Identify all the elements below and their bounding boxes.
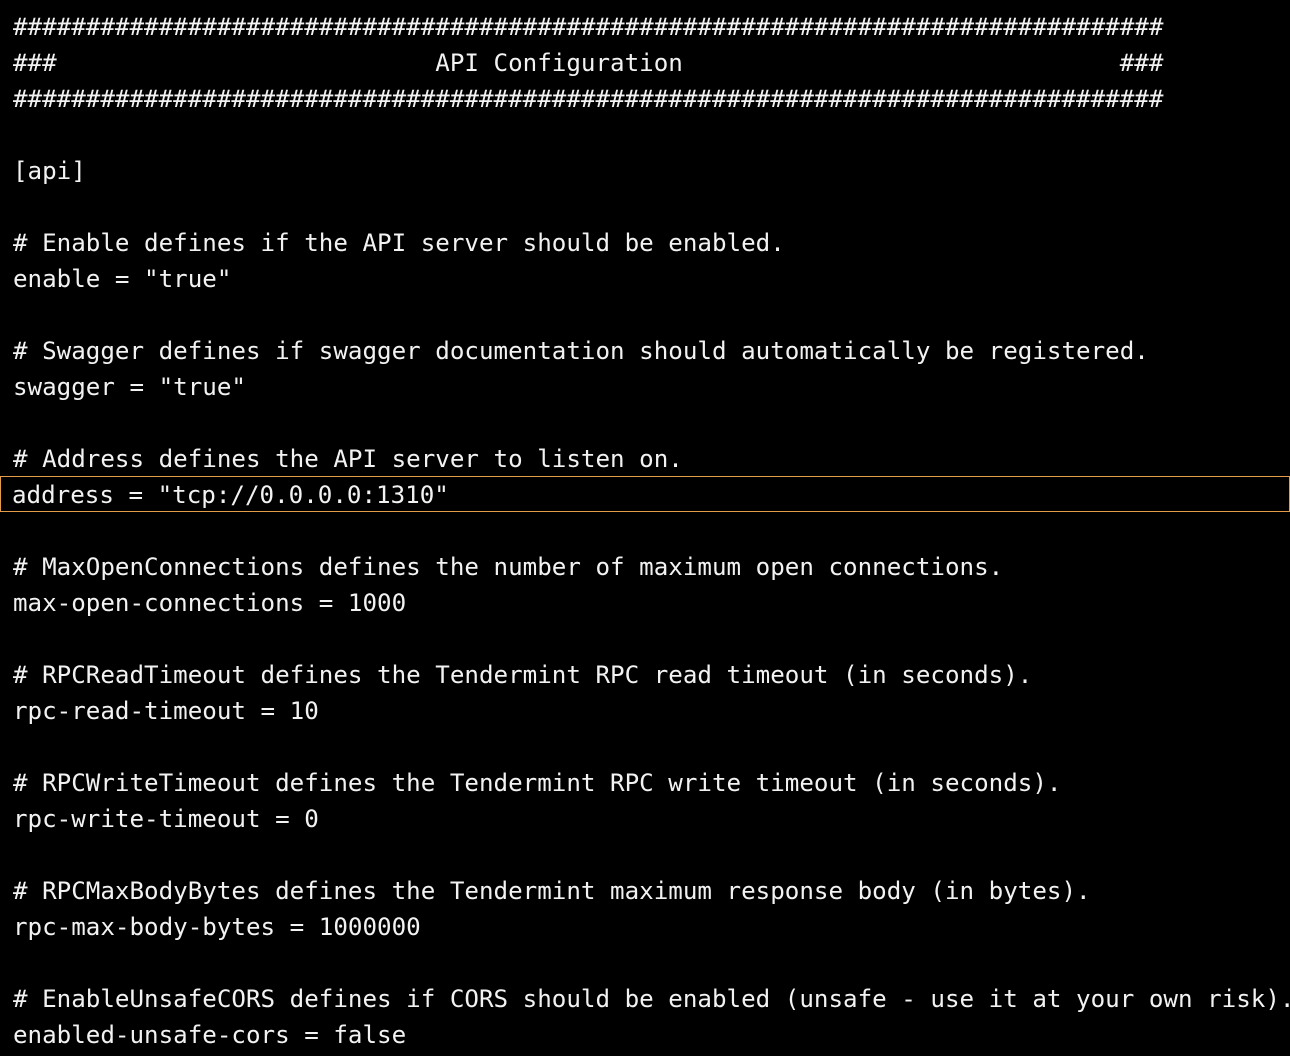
config-line-comment-cors[interactable]: # EnableUnsafeCORS defines if CORS shoul… <box>0 980 1290 1016</box>
config-line-comment-rpcwrite[interactable]: # RPCWriteTimeout defines the Tendermint… <box>0 764 1290 800</box>
config-line-blank-3 <box>0 296 1290 332</box>
config-line-entry-maxopen[interactable]: max-open-connections = 1000 <box>0 584 1290 620</box>
config-line-comment-rpcread[interactable]: # RPCReadTimeout defines the Tendermint … <box>0 656 1290 692</box>
config-line-blank-1 <box>0 116 1290 152</box>
config-line-section-api[interactable]: [api] <box>0 152 1290 188</box>
config-line-entry-swagger[interactable]: swagger = "true" <box>0 368 1290 404</box>
config-line-blank-2 <box>0 188 1290 224</box>
config-line-rule-bottom[interactable]: ########################################… <box>0 80 1290 116</box>
config-line-entry-enable[interactable]: enable = "true" <box>0 260 1290 296</box>
config-line-blank-8 <box>0 836 1290 872</box>
config-line-comment-address[interactable]: # Address defines the API server to list… <box>0 440 1290 476</box>
config-line-entry-cors[interactable]: enabled-unsafe-cors = false <box>0 1016 1290 1052</box>
config-line-blank-7 <box>0 728 1290 764</box>
config-line-blank-9 <box>0 944 1290 980</box>
config-line-blank-6 <box>0 620 1290 656</box>
config-line-entry-address[interactable]: address = "tcp://0.0.0.0:1310" <box>0 476 1290 512</box>
config-line-blank-5 <box>0 512 1290 548</box>
config-line-comment-swagger[interactable]: # Swagger defines if swagger documentati… <box>0 332 1290 368</box>
config-line-blank-4 <box>0 404 1290 440</box>
terminal-config-editor[interactable]: ########################################… <box>0 0 1290 1056</box>
config-line-rule-top[interactable]: ########################################… <box>0 8 1290 44</box>
config-file-content: ########################################… <box>0 8 1290 1052</box>
config-line-title[interactable]: ### API Configuration ### <box>0 44 1290 80</box>
config-line-comment-rpcmaxbody[interactable]: # RPCMaxBodyBytes defines the Tendermint… <box>0 872 1290 908</box>
config-line-comment-maxopen[interactable]: # MaxOpenConnections defines the number … <box>0 548 1290 584</box>
config-line-comment-enable[interactable]: # Enable defines if the API server shoul… <box>0 224 1290 260</box>
config-line-entry-rpcread[interactable]: rpc-read-timeout = 10 <box>0 692 1290 728</box>
config-line-entry-rpcmaxbody[interactable]: rpc-max-body-bytes = 1000000 <box>0 908 1290 944</box>
config-line-entry-rpcwrite[interactable]: rpc-write-timeout = 0 <box>0 800 1290 836</box>
